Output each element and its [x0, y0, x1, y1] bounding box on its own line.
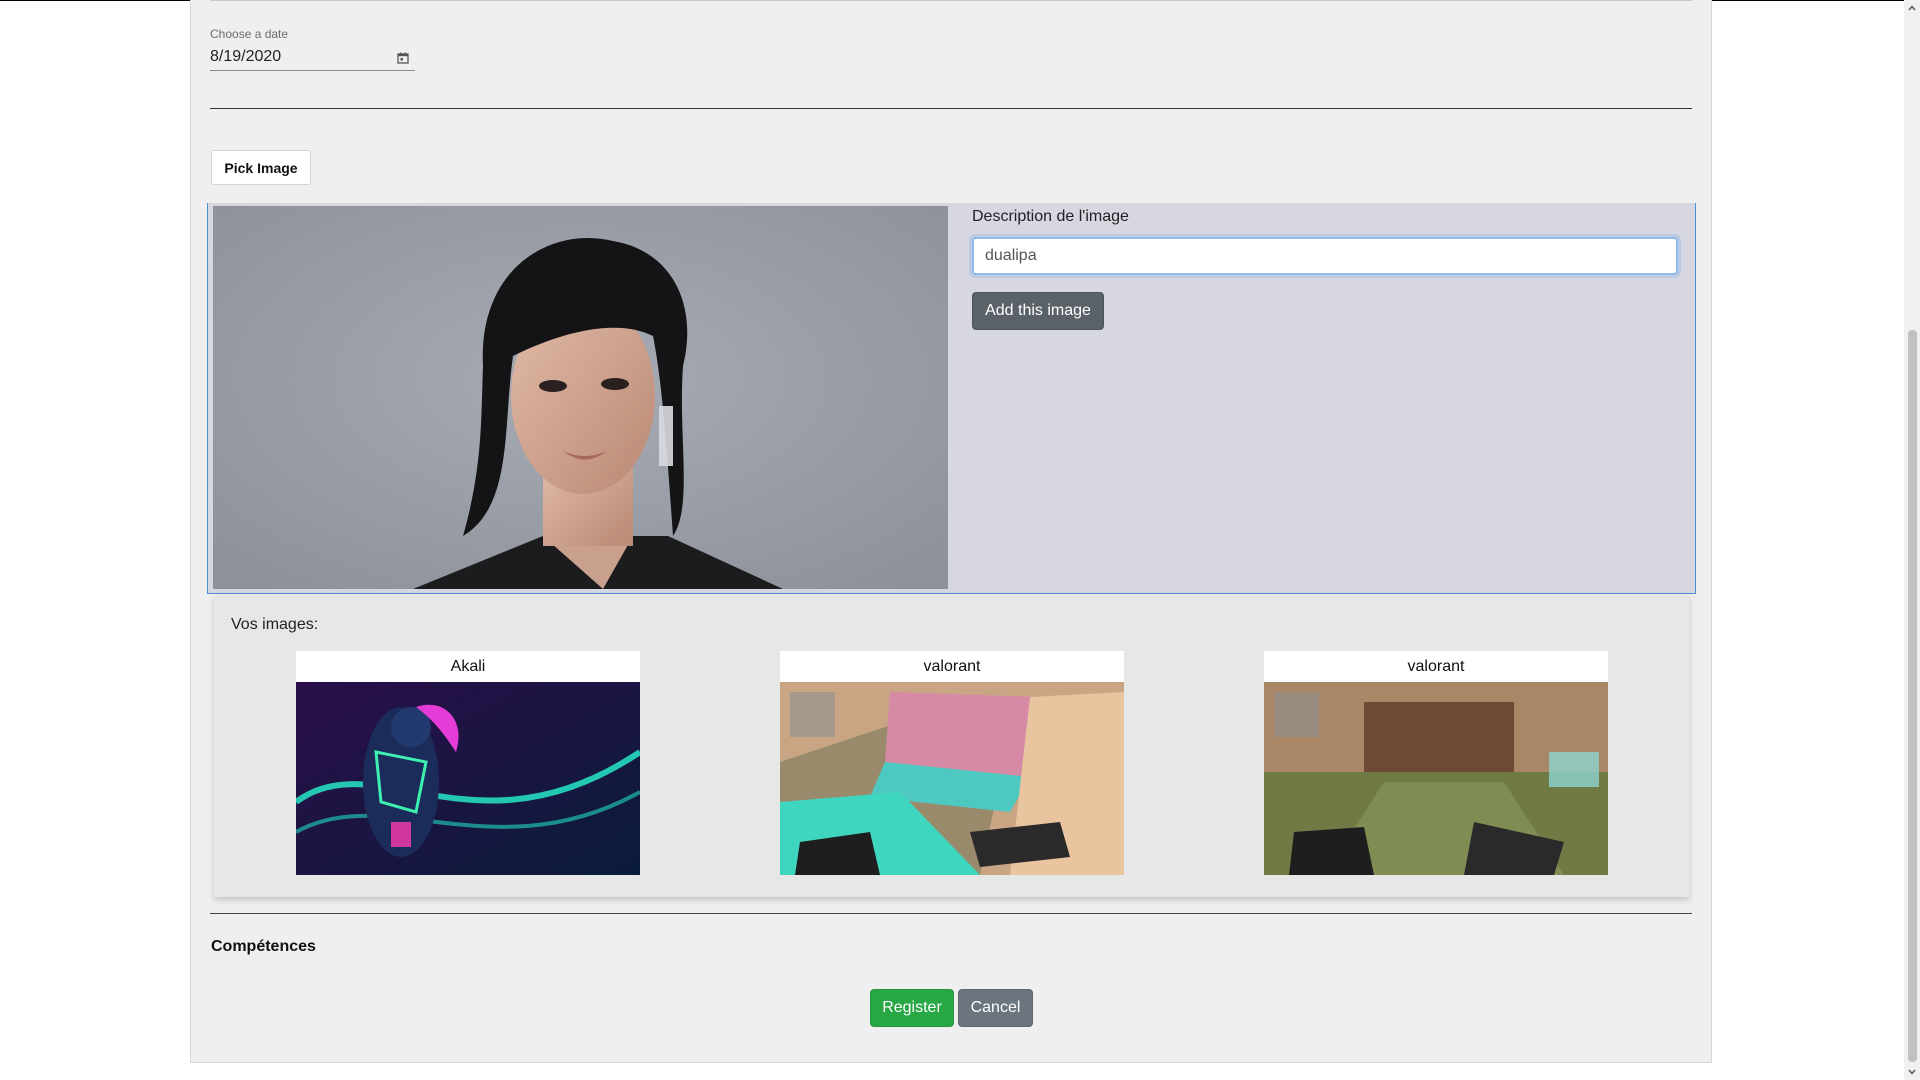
add-image-button[interactable]: Add this image	[972, 292, 1104, 330]
chevron-up-icon[interactable]	[1904, 0, 1920, 16]
gallery-item-image	[780, 682, 1124, 875]
date-picker: Choose a date 8/19/2020	[210, 27, 415, 71]
date-input[interactable]: 8/19/2020	[210, 48, 415, 71]
divider-top	[210, 0, 1692, 1]
portrait-photo	[213, 206, 948, 589]
description-value: dualipa	[985, 247, 1037, 264]
skills-section-title: Compétences	[211, 938, 316, 955]
gallery-item[interactable]: valorant	[780, 651, 1124, 876]
page-scrollbar[interactable]	[1904, 0, 1920, 1080]
gallery-title: Vos images:	[231, 616, 319, 633]
scrollbar-thumb[interactable]	[1908, 330, 1917, 1062]
gallery-item[interactable]: valorant	[1264, 651, 1608, 876]
register-button[interactable]: Register	[870, 989, 954, 1027]
gallery-item-image	[1264, 682, 1608, 875]
image-preview	[213, 206, 948, 589]
image-upload-panel: Description de l'image dualipa Add this …	[207, 203, 1696, 594]
calendar-icon[interactable]	[397, 52, 409, 64]
gallery-item-caption: valorant	[780, 651, 1124, 682]
gallery-item[interactable]: Akali	[296, 651, 640, 876]
divider	[210, 913, 1692, 914]
date-value: 8/19/2020	[210, 48, 282, 65]
gallery-item-caption: Akali	[296, 651, 640, 682]
description-input[interactable]: dualipa	[972, 237, 1678, 275]
description-label: Description de l'image	[972, 208, 1129, 225]
date-label: Choose a date	[210, 27, 289, 41]
image-gallery: Vos images: Akali valorant valorant	[214, 595, 1689, 897]
cancel-button[interactable]: Cancel	[958, 989, 1033, 1027]
chevron-down-icon[interactable]	[1904, 1064, 1920, 1080]
pick-image-button[interactable]: Pick Image	[211, 150, 311, 185]
gallery-item-caption: valorant	[1264, 651, 1608, 682]
divider	[210, 108, 1692, 109]
gallery-item-image	[296, 682, 640, 875]
